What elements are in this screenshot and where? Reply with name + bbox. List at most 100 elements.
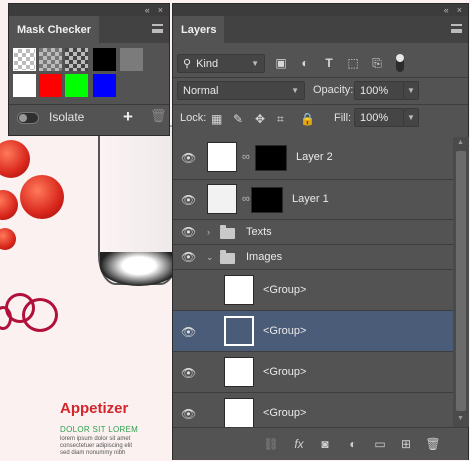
- opacity-dropdown[interactable]: ▼: [403, 81, 419, 100]
- link-chain-icon[interactable]: ∞: [242, 193, 250, 205]
- green-swatch[interactable]: [65, 74, 88, 97]
- lock-artboard-icon[interactable]: ⌗: [277, 112, 284, 127]
- layer-name[interactable]: Layer 1: [292, 193, 329, 205]
- tab-layers[interactable]: Layers: [173, 16, 225, 43]
- adjustment-layer-icon[interactable]: ◐: [345, 437, 361, 451]
- scrollbar-thumb[interactable]: [456, 151, 466, 411]
- layer-name[interactable]: <Group>: [263, 366, 306, 378]
- mask-checker-tabbar: Mask Checker: [9, 16, 169, 43]
- body-line: sed diam nonummy nibh: [60, 450, 126, 456]
- layer-name[interactable]: <Group>: [263, 284, 306, 296]
- adjustment-filter-icon[interactable]: ◐: [297, 56, 313, 70]
- layer-thumbnail: [224, 398, 254, 427]
- isolate-toggle[interactable]: [17, 112, 39, 124]
- delete-layer-icon[interactable]: 🗑: [425, 437, 441, 451]
- layer-row[interactable]: 👁 ∞ Layer 1: [173, 179, 453, 219]
- chevron-right-icon[interactable]: ›: [207, 227, 210, 237]
- chevron-down-icon: ▼: [407, 113, 415, 122]
- layer-name[interactable]: Images: [246, 251, 282, 263]
- blend-mode-value: Normal: [183, 84, 219, 97]
- checker-swatch-dark[interactable]: [65, 48, 88, 71]
- layer-name[interactable]: <Group>: [263, 325, 306, 337]
- layers-tabbar: Layers: [173, 16, 468, 43]
- close-panel-icon[interactable]: ×: [457, 5, 462, 15]
- collapse-icon[interactable]: «: [145, 5, 150, 15]
- layer-thumbnail: [224, 275, 254, 305]
- trash-icon[interactable]: 🗑: [150, 108, 167, 124]
- layer-row[interactable]: <Group>: [173, 269, 453, 310]
- blue-swatch[interactable]: [93, 74, 116, 97]
- divider: [9, 104, 169, 105]
- lock-position-icon[interactable]: ✥: [255, 112, 265, 126]
- layer-thumbnail: [224, 357, 254, 387]
- mask-checker-panel: «× Mask Checker Isolate + 🗑: [8, 3, 170, 136]
- chevron-down-icon: ▼: [291, 86, 299, 95]
- layers-scrollbar[interactable]: ▲ ▼: [453, 137, 469, 427]
- layer-row[interactable]: 👁 <Group>: [173, 351, 453, 392]
- layers-panel: «× Layers ⚲ Kind ▼ ▣ ◐ T ⬚ ⎘ Normal ▼ Op…: [172, 3, 469, 460]
- panel-collapse-strip[interactable]: «×: [9, 4, 169, 16]
- fill-input[interactable]: 100%: [354, 108, 404, 127]
- filter-kind-select[interactable]: ⚲ Kind ▼: [177, 54, 265, 73]
- visibility-eye-icon[interactable]: 👁: [181, 366, 196, 380]
- chevron-down-icon[interactable]: ⌄: [206, 252, 214, 263]
- add-icon[interactable]: +: [123, 107, 133, 127]
- chevron-down-icon: ▼: [251, 59, 259, 68]
- body-line: consectetuer adipiscing elit: [60, 443, 133, 449]
- red-swatch[interactable]: [39, 74, 62, 97]
- visibility-eye-icon[interactable]: 👁: [181, 151, 196, 165]
- tomato-image: [0, 228, 16, 250]
- visibility-eye-icon[interactable]: 👁: [181, 250, 196, 264]
- panel-menu-icon[interactable]: [152, 24, 163, 33]
- black-swatch[interactable]: [93, 48, 116, 71]
- visibility-eye-icon[interactable]: 👁: [181, 325, 196, 339]
- lock-image-pixels-icon[interactable]: ✎: [233, 112, 243, 126]
- layer-mask-thumbnail[interactable]: [251, 187, 283, 213]
- layer-row[interactable]: 👁 <Group>: [173, 392, 453, 427]
- checker-swatch-selected[interactable]: [13, 48, 36, 71]
- layer-row-selected[interactable]: 👁 <Group>: [173, 310, 453, 351]
- visibility-eye-icon[interactable]: 👁: [181, 407, 196, 421]
- close-panel-icon[interactable]: ×: [158, 5, 163, 15]
- image-filter-icon[interactable]: ▣: [273, 56, 289, 70]
- smart-object-filter-icon[interactable]: ⎘: [369, 56, 385, 71]
- type-filter-icon[interactable]: T: [321, 56, 337, 70]
- layer-list[interactable]: 👁 ∞ Layer 2 👁 ∞ Layer 1 👁 › Texts 👁 ⌄ Im…: [173, 137, 453, 427]
- layer-mask-thumbnail[interactable]: [255, 145, 287, 171]
- visibility-eye-icon[interactable]: 👁: [181, 193, 196, 207]
- add-mask-icon[interactable]: ◙: [317, 437, 333, 451]
- chevron-down-icon: ▼: [407, 86, 415, 95]
- collapse-icon[interactable]: «: [444, 5, 449, 15]
- filter-toggle-switch[interactable]: [396, 54, 404, 72]
- lock-transparent-pixels-icon[interactable]: ▦: [211, 112, 222, 126]
- fill-value: 100%: [360, 111, 389, 124]
- scroll-down-icon[interactable]: ▼: [457, 415, 464, 422]
- fill-dropdown[interactable]: ▼: [403, 108, 419, 127]
- gray-swatch[interactable]: [120, 48, 143, 71]
- lock-all-icon[interactable]: 🔒: [300, 112, 315, 126]
- scroll-up-icon[interactable]: ▲: [457, 139, 464, 146]
- layer-name[interactable]: Texts: [246, 226, 272, 238]
- group-row[interactable]: 👁 ⌄ Images: [173, 244, 453, 269]
- checker-swatch-gray[interactable]: [39, 48, 62, 71]
- visibility-eye-icon[interactable]: 👁: [181, 225, 196, 239]
- body-line: lorem ipsum dolor sit amet: [60, 436, 131, 442]
- layer-row[interactable]: 👁 ∞ Layer 2: [173, 137, 453, 179]
- white-swatch[interactable]: [13, 74, 36, 97]
- tab-mask-checker[interactable]: Mask Checker: [9, 16, 99, 43]
- opacity-input[interactable]: 100%: [354, 81, 404, 100]
- layer-style-icon[interactable]: fx: [291, 437, 307, 451]
- canvas-body-text: lorem ipsum dolor sit amet consectetuer …: [60, 436, 150, 457]
- panel-collapse-strip[interactable]: «×: [173, 4, 468, 16]
- layer-name[interactable]: <Group>: [263, 407, 306, 419]
- new-group-icon[interactable]: ▭: [372, 437, 388, 451]
- panel-menu-icon[interactable]: [451, 24, 462, 33]
- link-chain-icon[interactable]: ∞: [242, 151, 250, 163]
- opacity-label: Opacity:: [313, 84, 354, 96]
- link-layers-icon[interactable]: ⛓: [263, 437, 279, 451]
- blend-mode-select[interactable]: Normal ▼: [177, 81, 305, 100]
- new-layer-icon[interactable]: ⊞: [398, 437, 414, 451]
- group-row[interactable]: 👁 › Texts: [173, 219, 453, 244]
- shape-filter-icon[interactable]: ⬚: [345, 56, 361, 70]
- layer-name[interactable]: Layer 2: [296, 151, 333, 163]
